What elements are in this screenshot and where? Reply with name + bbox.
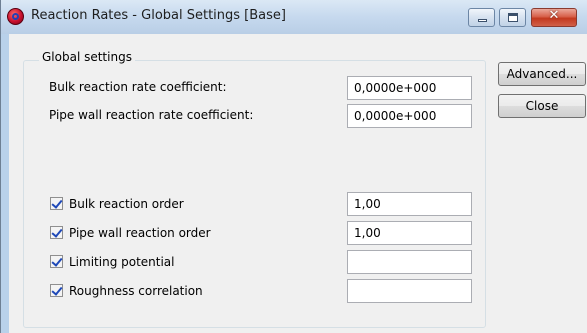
wall-order-input[interactable] xyxy=(347,221,472,245)
bulk-coefficient-label: Bulk reaction rate coefficient: xyxy=(49,80,227,94)
bulk-order-label: Bulk reaction order xyxy=(69,197,184,211)
roughness-correlation-checkbox[interactable] xyxy=(50,284,63,297)
minimize-button[interactable] xyxy=(468,8,495,27)
roughness-correlation-input[interactable] xyxy=(347,279,472,303)
dialog-window: Reaction Rates - Global Settings [Base] … xyxy=(0,0,587,333)
close-button[interactable]: Close xyxy=(498,94,586,118)
limiting-potential-input[interactable] xyxy=(347,250,472,274)
limiting-potential-checkbox[interactable] xyxy=(50,255,63,268)
bulk-coefficient-input[interactable] xyxy=(347,76,472,100)
roughness-correlation-label: Roughness correlation xyxy=(69,284,203,298)
advanced-button[interactable]: Advanced... xyxy=(498,62,586,86)
group-title: Global settings xyxy=(39,50,135,64)
wall-order-checkbox[interactable] xyxy=(50,226,63,239)
app-icon xyxy=(7,8,24,25)
title-bar[interactable]: Reaction Rates - Global Settings [Base] … xyxy=(1,0,587,34)
minimize-icon xyxy=(478,19,487,22)
wall-coefficient-input[interactable] xyxy=(347,104,472,128)
maximize-icon xyxy=(508,13,518,22)
limiting-potential-label: Limiting potential xyxy=(69,255,175,269)
wall-order-label: Pipe wall reaction order xyxy=(69,226,211,240)
wall-coefficient-label: Pipe wall reaction rate coefficient: xyxy=(49,108,254,122)
bulk-order-checkbox[interactable] xyxy=(50,197,63,210)
close-icon: ✕ xyxy=(548,8,560,23)
bulk-order-input[interactable] xyxy=(347,192,472,216)
window-title: Reaction Rates - Global Settings [Base] xyxy=(31,8,286,23)
maximize-button[interactable] xyxy=(499,8,526,27)
close-window-button[interactable]: ✕ xyxy=(531,8,577,27)
